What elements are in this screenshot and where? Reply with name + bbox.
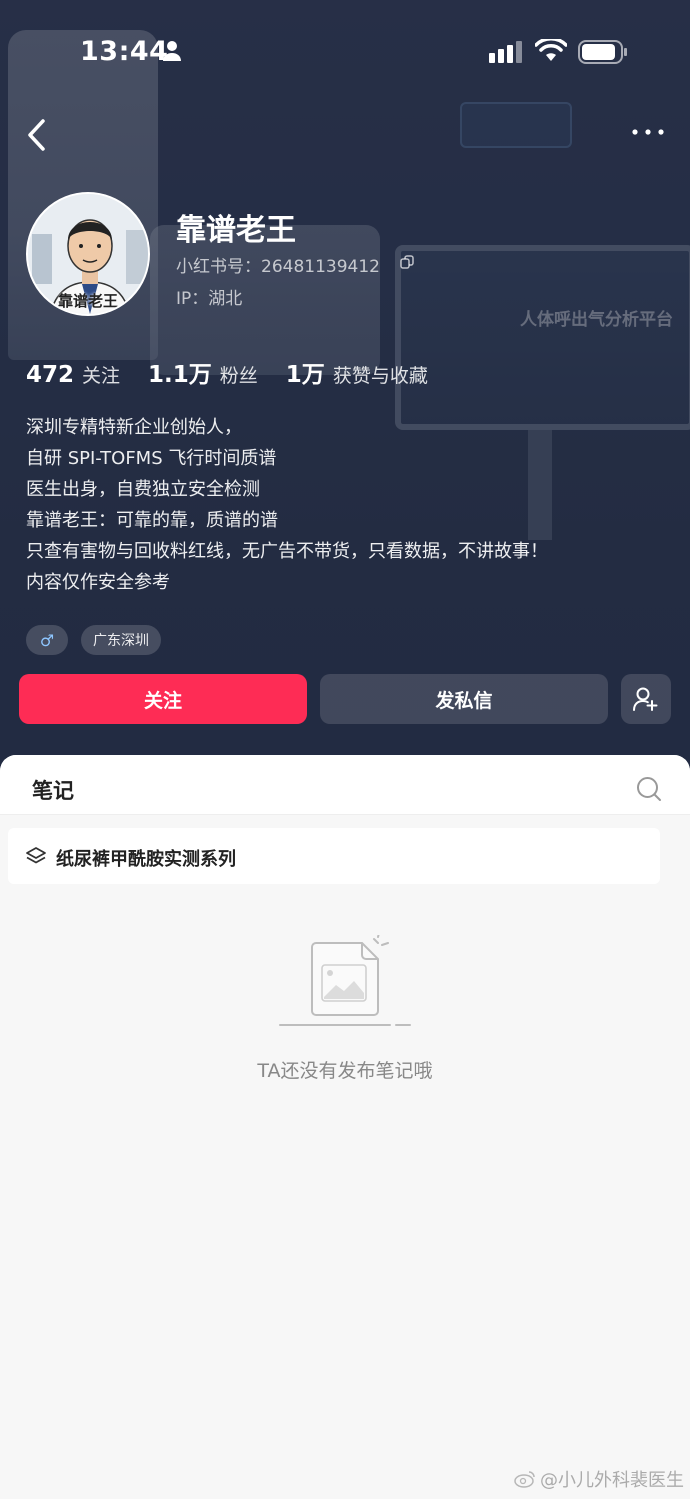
header-overlay [0, 0, 690, 780]
profile-tags: ♂ 广东深圳 [26, 625, 174, 655]
layers-icon [26, 847, 46, 864]
battery-icon [578, 40, 627, 64]
bio-line: 只查有害物与回收料红线，无广告不带货，只看数据，不讲故事！ [26, 541, 548, 562]
profile-ip-location: IP：湖北 [176, 289, 243, 309]
empty-notes-icon [279, 935, 411, 1026]
stat-likes-collects[interactable]: 1万 获赞与收藏 [286, 355, 428, 389]
more-options-icon[interactable] [630, 126, 666, 138]
profile-nickname: 靠谱老王 [176, 213, 296, 248]
copy-icon[interactable] [400, 255, 414, 269]
tab-bar: 笔记 [0, 755, 690, 815]
bio-line: 医生出身，自费独立安全检测 [26, 479, 260, 500]
profile-stats: 472 关注 1.1万 粉丝 1万 获赞与收藏 [26, 355, 456, 388]
stat-label: 粉丝 [219, 365, 258, 387]
profile-header: 人体呼出气分析平台 13:44 靠谱老王 靠谱老王 小红书号：264811394… [0, 0, 690, 780]
content-panel: 笔记 纸尿裤甲酰胺实测系列 TA还没有发布笔记哦 [0, 755, 690, 1499]
weibo-logo-icon [514, 1471, 535, 1488]
watermark-text: @小儿外科裴医生 [540, 1470, 684, 1491]
avatar[interactable]: 靠谱老王 [26, 192, 150, 316]
location-tag: 广东深圳 [81, 625, 161, 655]
bio-line: 内容仅作安全参考 [26, 572, 170, 593]
profile-bio: 深圳专精特新企业创始人， 自研 SPI-TOFMS 飞行时间质谱 医生出身，自费… [26, 412, 666, 598]
empty-state-text: TA还没有发布笔记哦 [257, 1060, 433, 1082]
tab-notes[interactable]: 笔记 [32, 775, 74, 805]
gender-tag: ♂ [26, 625, 68, 655]
follow-button[interactable]: 关注 [19, 674, 307, 724]
add-friend-button[interactable] [621, 674, 671, 724]
watermark: @小儿外科裴医生 [514, 1466, 684, 1492]
bio-line: 靠谱老王：可靠的靠，质谱的谱 [26, 510, 278, 531]
person-icon [163, 41, 181, 61]
stat-followers[interactable]: 1.1万 粉丝 [148, 355, 258, 389]
bio-line: 自研 SPI-TOFMS 飞行时间质谱 [26, 448, 277, 469]
profile-actions: 关注 发私信 [19, 674, 671, 724]
bio-line: 深圳专精特新企业创始人， [26, 417, 242, 438]
stat-label: 关注 [82, 365, 121, 387]
stat-label: 获赞与收藏 [332, 365, 428, 387]
add-user-icon [633, 687, 658, 711]
back-icon[interactable] [26, 118, 48, 152]
status-bar: 13:44 [0, 30, 690, 74]
collection-card[interactable]: 纸尿裤甲酰胺实测系列 [8, 828, 660, 884]
signal-icon [489, 41, 522, 63]
search-icon[interactable] [636, 776, 662, 802]
stat-number: 472 [26, 362, 75, 388]
stat-following[interactable]: 472 关注 [26, 361, 120, 388]
profile-user-id: 小红书号：26481139412 [176, 257, 380, 277]
avatar-caption: 靠谱老王 [57, 292, 118, 310]
status-time: 13:44 [80, 36, 169, 67]
message-button[interactable]: 发私信 [320, 674, 608, 724]
stat-number: 1.1万 [148, 362, 212, 388]
stat-number: 1万 [285, 362, 325, 388]
wifi-icon [535, 39, 567, 61]
collection-label: 纸尿裤甲酰胺实测系列 [56, 849, 236, 870]
